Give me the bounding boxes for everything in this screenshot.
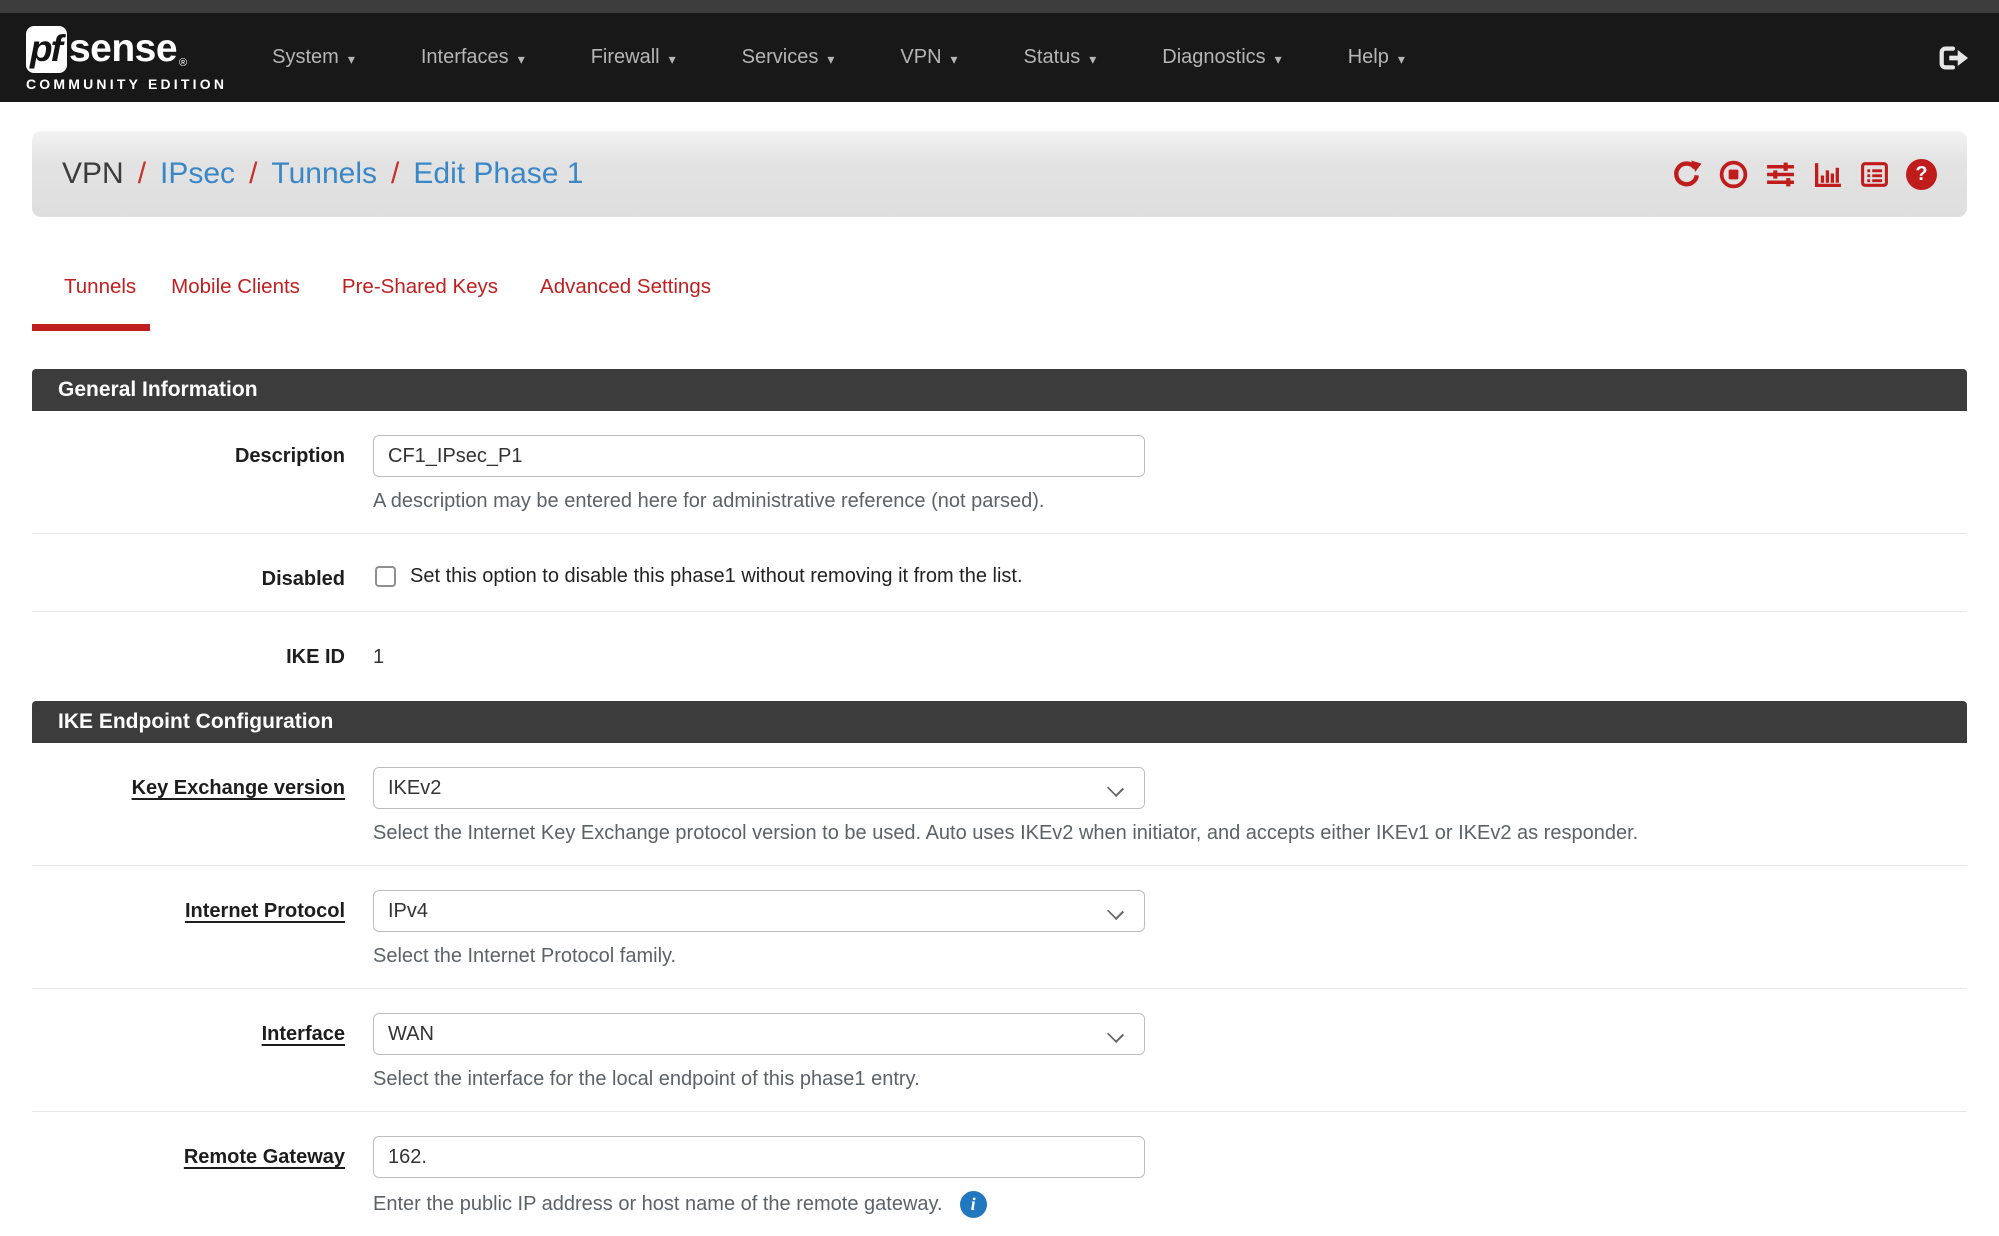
internet-protocol-label: Internet Protocol — [32, 890, 345, 968]
tab-mobile-clients[interactable]: Mobile Clients — [150, 259, 321, 331]
breadcrumb-shortcut-icons: ? — [1671, 159, 1937, 190]
form-row-key-exchange-version: Key Exchange version IKEv2 Select the In… — [32, 743, 1967, 865]
caret-down-icon: ▾ — [669, 52, 676, 66]
description-label: Description — [32, 435, 345, 513]
caret-down-icon: ▾ — [1398, 52, 1405, 66]
logo-sense-text: sense — [69, 27, 177, 71]
key-exchange-version-help: Select the Internet Key Exchange protoco… — [373, 822, 1967, 845]
form-row-disabled: Disabled Set this option to disable this… — [32, 533, 1967, 611]
internet-protocol-help: Select the Internet Protocol family. — [373, 945, 1967, 968]
breadcrumb-link-edit-phase-1[interactable]: Edit Phase 1 — [413, 157, 583, 191]
nav-item-system[interactable]: System ▾ — [239, 46, 388, 69]
description-input[interactable] — [373, 435, 1145, 477]
tab-bar: Tunnels Mobile Clients Pre-Shared Keys A… — [32, 259, 1967, 331]
tab-tunnels[interactable]: Tunnels — [32, 259, 150, 331]
form-row-internet-protocol: Internet Protocol IPv4 Select the Intern… — [32, 865, 1967, 988]
tab-advanced-settings[interactable]: Advanced Settings — [519, 259, 732, 331]
ike-id-value: 1 — [373, 636, 1967, 669]
stop-circle-icon[interactable] — [1718, 159, 1749, 190]
description-help: A description may be entered here for ad… — [373, 490, 1967, 513]
tab-pre-shared-keys[interactable]: Pre-Shared Keys — [321, 259, 519, 331]
remote-gateway-input[interactable] — [373, 1136, 1145, 1178]
internet-protocol-value: IPv4 — [388, 900, 428, 923]
top-strip — [0, 0, 1999, 13]
nav-item-status[interactable]: Status ▾ — [991, 46, 1130, 69]
nav-item-vpn[interactable]: VPN ▾ — [867, 46, 990, 69]
breadcrumb-link-tunnels[interactable]: Tunnels — [271, 157, 377, 191]
remote-gateway-label: Remote Gateway — [32, 1136, 345, 1218]
caret-down-icon: ▾ — [951, 52, 958, 66]
caret-down-icon: ▾ — [1089, 52, 1096, 66]
interface-value: WAN — [388, 1023, 434, 1046]
nav-item-label: Status — [1024, 46, 1081, 69]
nav-item-help[interactable]: Help ▾ — [1315, 46, 1438, 69]
nav-item-services[interactable]: Services ▾ — [709, 46, 868, 69]
nav-item-interfaces[interactable]: Interfaces ▾ — [388, 46, 558, 69]
caret-down-icon: ▾ — [348, 52, 355, 66]
help-icon[interactable]: ? — [1906, 159, 1937, 190]
nav-item-label: VPN — [900, 46, 941, 69]
main-navbar: pf sense ® COMMUNITY EDITION System ▾ In… — [0, 13, 1999, 102]
logo-registered-mark: ® — [179, 57, 187, 69]
breadcrumb-separator: / — [138, 157, 146, 191]
log-icon[interactable] — [1859, 159, 1890, 190]
form-row-remote-gateway: Remote Gateway Enter the public IP addre… — [32, 1111, 1967, 1236]
section-title: General Information — [32, 369, 1967, 411]
nav-item-label: System — [272, 46, 339, 69]
logo-tagline: COMMUNITY EDITION — [26, 76, 227, 92]
caret-down-icon: ▾ — [1275, 52, 1282, 66]
help-glyph: ? — [1906, 159, 1937, 190]
form-row-interface: Interface WAN Select the interface for t… — [32, 988, 1967, 1111]
disabled-checkbox[interactable] — [375, 566, 396, 587]
nav-item-label: Diagnostics — [1162, 46, 1265, 69]
section-title: IKE Endpoint Configuration — [32, 701, 1967, 743]
internet-protocol-select[interactable]: IPv4 — [373, 890, 1145, 932]
breadcrumb-separator: / — [249, 157, 257, 191]
breadcrumb-vpn: VPN — [62, 157, 124, 191]
remote-gateway-help: Enter the public IP address or host name… — [373, 1193, 943, 1216]
refresh-icon[interactable] — [1671, 159, 1702, 190]
sign-out-icon[interactable] — [1937, 43, 1969, 73]
interface-select[interactable]: WAN — [373, 1013, 1145, 1055]
breadcrumb-bar: VPN / IPsec / Tunnels / Edit Phase 1 — [32, 131, 1967, 217]
caret-down-icon: ▾ — [518, 52, 525, 66]
breadcrumb-link-ipsec[interactable]: IPsec — [160, 157, 235, 191]
key-exchange-version-value: IKEv2 — [388, 777, 441, 800]
sliders-icon[interactable] — [1765, 159, 1796, 190]
disabled-checkbox-label: Set this option to disable this phase1 w… — [410, 565, 1023, 588]
pfsense-logo[interactable]: pf sense ® COMMUNITY EDITION — [26, 26, 227, 92]
nav-item-label: Interfaces — [421, 46, 509, 69]
breadcrumb-separator: / — [391, 157, 399, 191]
caret-down-icon: ▾ — [827, 52, 834, 66]
nav-menu: System ▾ Interfaces ▾ Firewall ▾ Service… — [239, 46, 1438, 69]
key-exchange-version-label: Key Exchange version — [32, 767, 345, 845]
nav-item-label: Firewall — [591, 46, 660, 69]
disabled-label: Disabled — [32, 558, 345, 591]
info-icon[interactable]: i — [960, 1191, 987, 1218]
form-row-description: Description A description may be entered… — [32, 411, 1967, 533]
breadcrumb: VPN / IPsec / Tunnels / Edit Phase 1 — [62, 157, 584, 191]
nav-item-diagnostics[interactable]: Diagnostics ▾ — [1129, 46, 1314, 69]
form-row-ike-id: IKE ID 1 — [32, 611, 1967, 689]
bar-chart-icon[interactable] — [1812, 159, 1843, 190]
logo-pf-box: pf — [26, 26, 67, 73]
key-exchange-version-select[interactable]: IKEv2 — [373, 767, 1145, 809]
interface-label: Interface — [32, 1013, 345, 1091]
interface-help: Select the interface for the local endpo… — [373, 1068, 1967, 1091]
nav-item-label: Services — [742, 46, 819, 69]
section-general-information: General Information Description A descri… — [32, 369, 1967, 689]
nav-item-firewall[interactable]: Firewall ▾ — [558, 46, 709, 69]
nav-item-label: Help — [1348, 46, 1389, 69]
ike-id-label: IKE ID — [32, 636, 345, 669]
section-ike-endpoint-configuration: IKE Endpoint Configuration Key Exchange … — [32, 701, 1967, 1236]
